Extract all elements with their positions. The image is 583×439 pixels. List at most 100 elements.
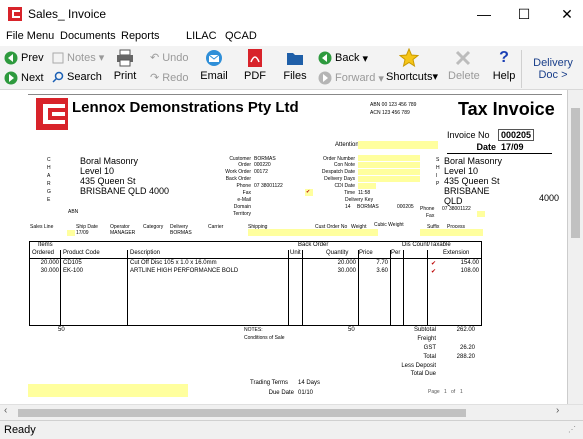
window-title: Sales_ Invoice [28, 7, 107, 21]
print-button[interactable]: Print [112, 48, 138, 82]
date-underline [447, 153, 552, 154]
notes-button[interactable]: Notes ▾ [52, 51, 104, 64]
ship-to-line: Boral Masonry [444, 156, 503, 166]
vertical-scroll-thumb[interactable] [571, 108, 580, 238]
phone-value: 07 38001122 [254, 183, 283, 189]
operator-value: MANAGER [110, 230, 136, 236]
help-button[interactable]: ? Help [491, 48, 517, 82]
scroll-left-icon[interactable]: ‹ [4, 405, 7, 416]
ship-letter: P [436, 181, 440, 187]
resize-grip-icon[interactable]: ⋰ [568, 425, 576, 434]
prev-button[interactable]: Prev [4, 51, 44, 65]
phone-label: Phone [236, 183, 251, 189]
product-code-heading: Product Code [63, 250, 100, 256]
cdi-date-field[interactable] [358, 183, 376, 189]
sales-line-label: Sales Line [30, 224, 54, 230]
redo-button[interactable]: ↷ Redo [150, 71, 189, 85]
ship-to-line: QLD [444, 196, 463, 206]
delivery-days-field[interactable] [358, 176, 420, 182]
bill-to-address: Boral Masonry Level 10 435 Queen St BRIS… [80, 156, 169, 196]
vertical-scrollbar[interactable] [568, 90, 583, 404]
shortcuts-button[interactable]: Shortcuts▾ [386, 48, 438, 83]
menu-lilac[interactable]: LILAC [186, 30, 217, 42]
pdf-button[interactable]: PDF [242, 48, 268, 82]
total-due-label: Total Due [410, 371, 436, 377]
redo-label: Redo [162, 71, 189, 84]
company-logo [36, 98, 68, 130]
star-icon [399, 48, 419, 68]
charge-letter: E [47, 197, 51, 203]
process-field[interactable] [420, 229, 483, 236]
tax-check-icon: ✔ [431, 261, 437, 267]
ship-fax-field[interactable] [477, 211, 485, 217]
close-button[interactable]: ✕ [553, 4, 581, 24]
scroll-right-icon[interactable]: › [556, 405, 559, 416]
back-label: Back [335, 52, 360, 64]
line-code: CD105 [63, 260, 82, 266]
line-extension: 154.00 [460, 260, 479, 266]
due-date-value: 01/10 [298, 390, 314, 396]
order-number-field[interactable] [358, 155, 420, 161]
forward-icon [318, 71, 332, 85]
line-description: ARTLINE HIGH PERFORMANCE BOLD [130, 268, 239, 274]
despatch-date-field[interactable] [358, 169, 420, 175]
attention-field[interactable] [358, 141, 438, 149]
back-button[interactable]: Back ▾ [318, 51, 368, 65]
abn-label: ABN [68, 209, 79, 215]
sales-line-field[interactable] [67, 230, 75, 236]
shipping-field[interactable] [248, 229, 378, 236]
disc-taxable-heading: Dis Count/Taxable [402, 242, 451, 248]
order-value: 000220 [254, 162, 271, 168]
title-bar: Sales_ Invoice — ☐ ✕ [0, 0, 583, 28]
chevron-down-icon: ▾ [378, 72, 384, 85]
bill-to-line: Boral Masonry [80, 156, 139, 166]
forward-button[interactable]: Forward ▾ [318, 71, 384, 85]
con-note-field[interactable] [358, 162, 420, 168]
gst-label: GST [423, 345, 436, 351]
charge-letter: A [47, 173, 51, 179]
delivery-key-label: Delivery Key [345, 197, 374, 203]
horizontal-scroll-thumb[interactable] [18, 409, 466, 417]
files-button[interactable]: Files [282, 48, 308, 82]
next-button[interactable]: Next [4, 71, 44, 85]
time-label: Time [344, 190, 355, 196]
trading-terms-label: Trading Terms [250, 380, 289, 386]
invoice-no-field[interactable]: 000205 [498, 129, 535, 141]
cdi-date-label: CDI Date [334, 183, 355, 189]
menu-qcad[interactable]: QCAD [225, 30, 257, 42]
less-deposit-label: Less Deposit [401, 363, 436, 369]
minimize-button[interactable]: — [470, 4, 498, 24]
delete-button[interactable]: Delete [448, 48, 480, 82]
toolbar-divider [521, 50, 522, 88]
horizontal-scrollbar[interactable]: ‹ › [0, 404, 583, 420]
footer-note-field[interactable] [28, 384, 188, 397]
charge-letter: R [47, 181, 51, 187]
undo-icon: ↶ [150, 52, 160, 64]
ship-fax-label: Fax [426, 213, 435, 219]
total-value: 288.20 [456, 354, 475, 360]
menu-reports[interactable]: Reports [121, 30, 160, 42]
trading-terms-value: 14 Days [298, 380, 321, 386]
date-field[interactable]: 17/09 [501, 142, 524, 152]
line-quantity: 20.000 [337, 260, 356, 266]
delivery-doc-link[interactable]: Delivery Doc > [528, 57, 578, 81]
weight-label: Weight [351, 224, 367, 230]
search-button[interactable]: Search [52, 71, 102, 83]
next-label: Next [21, 72, 44, 84]
invoice-no-label: Invoice No [447, 130, 490, 140]
cust-order-no-label: Cust Order No [315, 224, 348, 230]
col-divider [60, 250, 61, 326]
email-button[interactable]: Email [199, 48, 229, 82]
order-label: Order [238, 162, 251, 168]
line-price: 7.70 [376, 260, 388, 266]
col-divider [127, 250, 128, 326]
menu-file[interactable]: File Menu [6, 30, 54, 42]
undo-button[interactable]: ↶ Undo [150, 51, 189, 65]
document-title: Tax Invoice [458, 99, 555, 119]
quantity-heading: Quantity [326, 250, 349, 256]
ship-letters: S H I P [436, 156, 442, 188]
maximize-button[interactable]: ☐ [510, 4, 538, 24]
email-label: e-Mail [237, 197, 251, 203]
menu-documents[interactable]: Documents [60, 30, 116, 42]
search-icon [52, 71, 64, 83]
